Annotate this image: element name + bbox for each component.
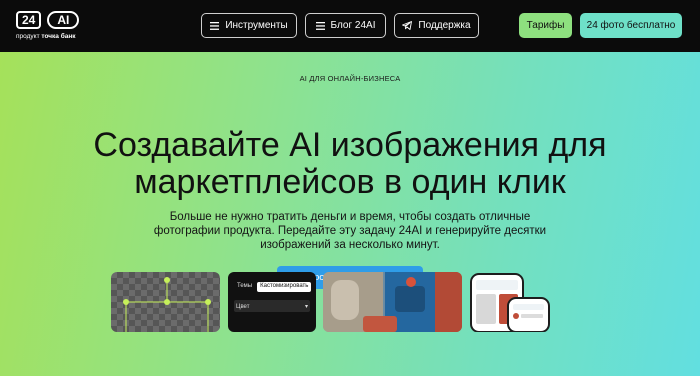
hero-subtitle: Больше не нужно тратить деньги и время, … [150, 210, 550, 252]
hero-eyebrow: AI ДЛЯ ОНЛАЙН-БИЗНЕСА [299, 74, 401, 83]
nav-tools-button[interactable]: Инструменты [201, 13, 297, 38]
hero-subtitle-line-1: Больше не нужно тратить деньги и время, … [169, 211, 531, 223]
hero-title: Создавайте AI изображения для маркетплей… [60, 127, 640, 201]
logo-subtitle: продукт точка банк [16, 33, 79, 40]
phone-mockup-image [470, 273, 550, 332]
menu-icon [210, 21, 220, 30]
nav-support-label: Поддержка [418, 20, 471, 31]
hero-subtitle-line-2: фотографии продукта. Передайте эту задач… [153, 225, 547, 237]
editor-tab-themes: Темы [237, 283, 253, 289]
tariffs-button[interactable]: Тарифы [519, 13, 572, 38]
logo-ai: AI [47, 11, 80, 29]
editor-color-label: Цвет [236, 304, 250, 310]
nav-tools-label: Инструменты [225, 20, 288, 31]
preview-phone-mockup [470, 272, 550, 332]
editor-tabs: Темы Кастомизировать [234, 282, 312, 292]
preview-editor: Темы Кастомизировать Цвет ▾ [228, 272, 316, 332]
free-photos-button[interactable]: 24 фото бесплатно [580, 13, 682, 38]
hero-subtitle-line-3: изображений за несколько минут. [260, 239, 440, 251]
telegram-icon [402, 21, 413, 30]
logo[interactable]: 24 AI продукт точка банк [16, 11, 80, 40]
nav-support-button[interactable]: Поддержка [394, 13, 479, 38]
logo-sub-prefix: продукт [16, 33, 40, 40]
crop-frame-icon [123, 277, 211, 332]
hero-title-line-2: маркетплейсов в один клик [134, 163, 566, 201]
product-scene-image [323, 272, 462, 332]
chevron-down-icon: ▾ [304, 304, 308, 310]
hero-title-line-1: Создавайте AI изображения для [93, 126, 607, 164]
preview-product-photo [323, 272, 462, 332]
logo-sub-brand: точка банк [41, 33, 76, 40]
preview-background-removal [111, 272, 220, 332]
menu-icon [315, 21, 325, 30]
site-header: 24 AI продукт точка банк Инструменты Бло… [0, 0, 700, 52]
logo-number: 24 [16, 11, 42, 29]
nav-blog-button[interactable]: Блог 24AI [305, 13, 386, 38]
nav-blog-label: Блог 24AI [330, 20, 376, 31]
editor-tab-custom: Кастомизировать [257, 282, 312, 292]
